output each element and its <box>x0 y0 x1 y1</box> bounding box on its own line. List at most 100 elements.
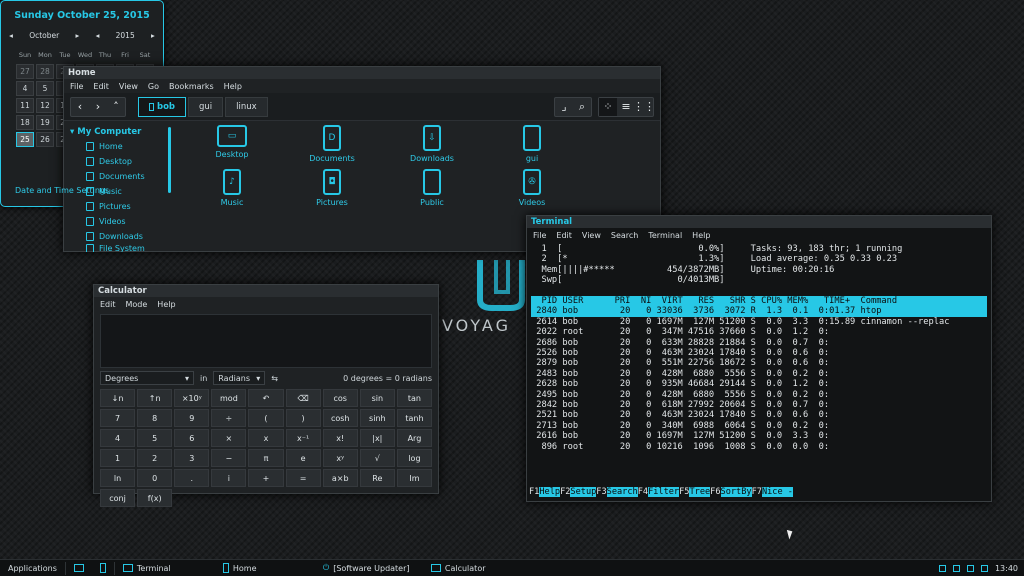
calc-key[interactable]: √ <box>359 449 395 467</box>
calc-key[interactable]: π <box>248 449 284 467</box>
process-row[interactable]: 2614 bob 20 0 1697M 127M 51200 S 0.0 3.3… <box>531 317 987 327</box>
compact-view-button[interactable]: ⋮⋮ <box>633 98 655 116</box>
calc-key[interactable]: × <box>211 429 247 447</box>
fkey-number[interactable]: F5 <box>679 487 689 497</box>
calc-key[interactable]: x <box>248 429 284 447</box>
process-row[interactable]: 2628 bob 20 0 935M 46684 29144 S 0.0 1.2… <box>531 379 987 389</box>
file-documents[interactable]: D Documents <box>282 125 382 163</box>
calc-key[interactable]: sin <box>359 389 395 407</box>
calc-key[interactable]: ( <box>248 409 284 427</box>
calc-key[interactable]: f(x) <box>137 489 173 507</box>
menu-mode[interactable]: Mode <box>126 300 148 309</box>
swap-units-button[interactable]: ⇆ <box>271 374 278 383</box>
calc-key[interactable]: ×10ʸ <box>174 389 210 407</box>
show-desktop-button[interactable] <box>66 560 92 576</box>
task-software-updater[interactable]: ⏻ [Software Updater] <box>315 560 423 576</box>
calc-key[interactable]: cosh <box>322 409 358 427</box>
file-music[interactable]: ♪ Music <box>182 169 282 207</box>
calc-key[interactable]: ↶ <box>248 389 284 407</box>
fkey-label[interactable]: Setup <box>570 487 597 497</box>
calc-key[interactable]: e <box>285 449 321 467</box>
calc-key[interactable]: ↑n <box>137 389 173 407</box>
menu-view[interactable]: View <box>582 231 601 240</box>
launcher-phone[interactable] <box>92 560 114 576</box>
location-toggle-button[interactable]: ⌟ <box>555 98 573 116</box>
volume-icon[interactable] <box>952 564 960 572</box>
calc-key[interactable]: mod <box>211 389 247 407</box>
fkey-number[interactable]: F7 <box>752 487 762 497</box>
process-row[interactable]: 2713 bob 20 0 340M 6988 6064 S 0.0 0.2 0… <box>531 421 987 431</box>
updates-icon[interactable] <box>938 564 946 572</box>
menu-file[interactable]: File <box>70 82 83 91</box>
file-gui[interactable]: gui <box>482 125 582 163</box>
calendar-day[interactable]: 28 <box>36 64 54 79</box>
calendar-day[interactable]: 18 <box>16 115 34 130</box>
htop-output[interactable]: 1 [ 0.0%] Tasks: 93, 183 thr; 1 running … <box>527 242 991 454</box>
fkey-label[interactable]: Nice - <box>761 487 793 497</box>
calendar-day[interactable]: 5 <box>36 81 54 96</box>
menu-file[interactable]: File <box>533 231 546 240</box>
calc-key[interactable]: 0 <box>137 469 173 487</box>
calc-key[interactable]: 5 <box>137 429 173 447</box>
file-pictures[interactable]: ◘ Pictures <box>282 169 382 207</box>
calc-key[interactable]: x! <box>322 429 358 447</box>
sidebar-item-videos[interactable]: Videos <box>64 214 174 229</box>
calc-key[interactable]: conj <box>100 489 136 507</box>
menu-bookmarks[interactable]: Bookmarks <box>169 82 214 91</box>
next-year-button[interactable]: ▸ <box>151 31 155 40</box>
file-videos[interactable]: ✇ Videos <box>482 169 582 207</box>
clock[interactable]: 13:40 <box>995 564 1018 573</box>
process-row[interactable]: 2686 bob 20 0 633M 28828 21884 S 0.0 0.7… <box>531 338 987 348</box>
menu-edit[interactable]: Edit <box>100 300 116 309</box>
fkey-number[interactable]: F6 <box>710 487 720 497</box>
task-calculator[interactable]: Calculator <box>423 560 523 576</box>
calc-key[interactable]: 3 <box>174 449 210 467</box>
fkey-label[interactable]: Tree <box>689 487 711 497</box>
process-row[interactable]: 2521 bob 20 0 463M 23024 17840 S 0.0 0.6… <box>531 410 987 420</box>
to-unit-select[interactable]: Radians ▾ <box>213 371 266 385</box>
menu-go[interactable]: Go <box>148 82 159 91</box>
process-row[interactable]: 2483 bob 20 0 428M 6880 5556 S 0.0 0.2 0… <box>531 369 987 379</box>
calc-key[interactable]: log <box>396 449 432 467</box>
up-button[interactable]: ˄ <box>107 98 125 116</box>
prev-year-button[interactable]: ◂ <box>96 31 100 40</box>
calc-key[interactable]: tanh <box>396 409 432 427</box>
calc-key[interactable]: ⌫ <box>285 389 321 407</box>
date-time-settings-link[interactable]: Date and Time Settings <box>15 186 109 195</box>
path-bob[interactable]: bob <box>138 96 187 117</box>
process-row[interactable]: 896 root 20 0 10216 1096 1008 S 0.0 0.0 … <box>531 442 987 452</box>
calc-key[interactable]: sinh <box>359 409 395 427</box>
process-row[interactable]: 2842 bob 20 0 618M 27992 20604 S 0.0 0.7… <box>531 400 987 410</box>
menu-search[interactable]: Search <box>611 231 638 240</box>
calendar-day[interactable]: 4 <box>16 81 34 96</box>
calc-key[interactable]: ↓n <box>100 389 136 407</box>
menu-help[interactable]: Help <box>157 300 175 309</box>
calc-key[interactable]: |x| <box>359 429 395 447</box>
forward-button[interactable]: › <box>89 98 107 116</box>
calc-key[interactable]: + <box>248 469 284 487</box>
calc-key[interactable]: . <box>174 469 210 487</box>
sidebar-item-pictures[interactable]: Pictures <box>64 199 174 214</box>
sidebar-item-home[interactable]: Home <box>64 139 174 154</box>
sidebar-item-desktop[interactable]: Desktop <box>64 154 174 169</box>
fkey-number[interactable]: F2 <box>560 487 570 497</box>
sidebar-header[interactable]: ▾ My Computer <box>64 125 174 139</box>
calendar-day[interactable]: 11 <box>16 98 34 113</box>
calc-key[interactable]: xʸ <box>322 449 358 467</box>
fkey-number[interactable]: F1 <box>529 487 539 497</box>
sidebar-scrollbar[interactable] <box>168 127 171 193</box>
file-public[interactable]: Public <box>382 169 482 207</box>
calc-key[interactable]: 9 <box>174 409 210 427</box>
calc-key[interactable]: 6 <box>174 429 210 447</box>
calc-key[interactable]: 7 <box>100 409 136 427</box>
fkey-number[interactable]: F3 <box>596 487 606 497</box>
calc-key[interactable]: − <box>211 449 247 467</box>
calendar-day[interactable]: 12 <box>36 98 54 113</box>
file-desktop[interactable]: ▭ Desktop <box>182 125 282 163</box>
sidebar-item-filesystem[interactable]: File System <box>64 244 174 252</box>
calendar-day[interactable]: 27 <box>16 64 34 79</box>
next-month-button[interactable]: ▸ <box>76 31 80 40</box>
calc-key[interactable]: = <box>285 469 321 487</box>
fkey-label[interactable]: Filter <box>648 487 680 497</box>
calc-key[interactable]: ) <box>285 409 321 427</box>
